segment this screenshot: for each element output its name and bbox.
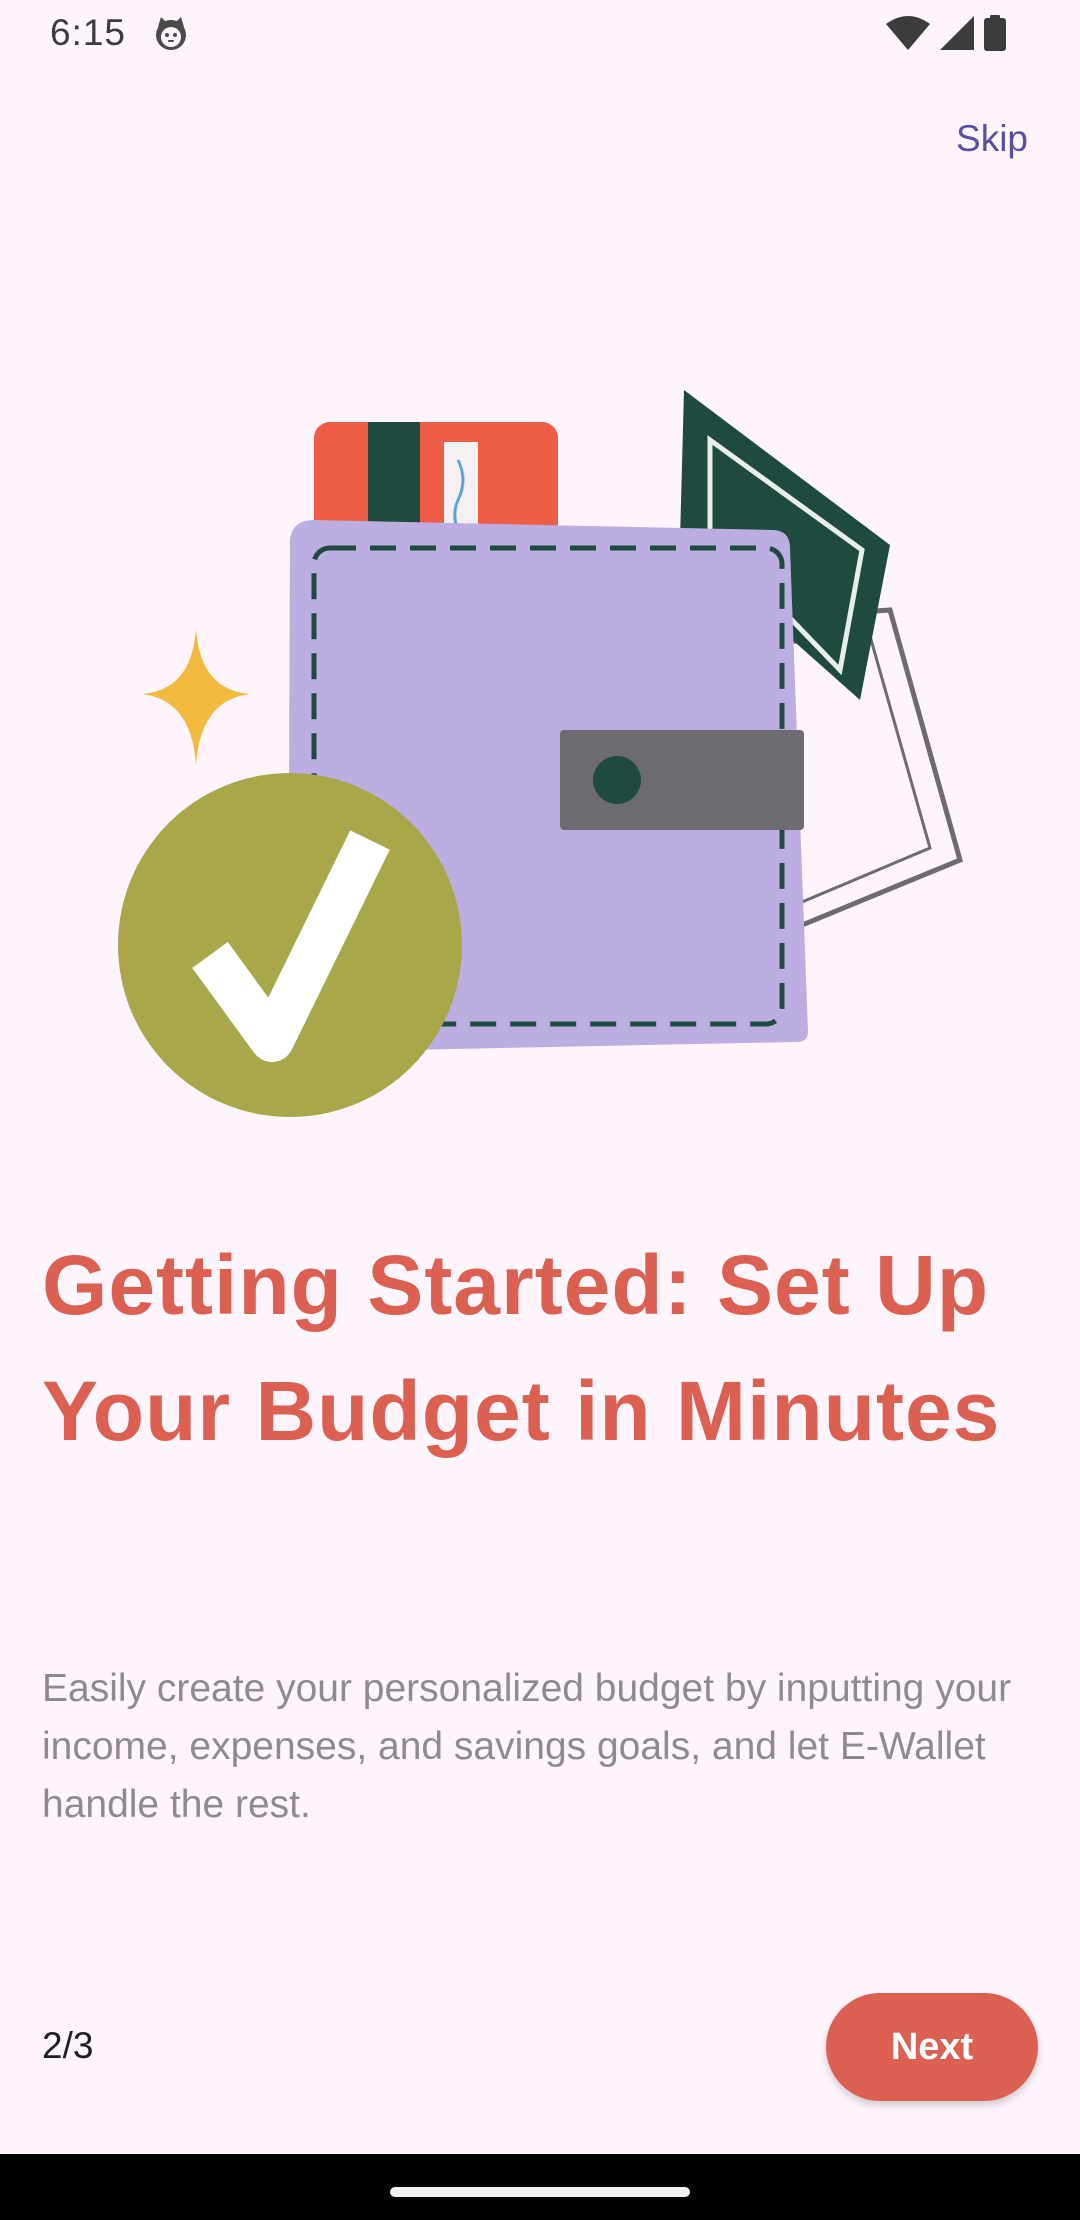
onboarding-description: Easily create your personalized budget b… [42, 1667, 1012, 1826]
next-button[interactable]: Next [826, 1993, 1038, 2101]
status-bar: 6:15 [0, 0, 1080, 66]
wifi-icon [886, 16, 930, 50]
onboarding-headline: Getting Started: Set Up Your Budget in M… [42, 1238, 1001, 1458]
page-indicator: 2/3 [42, 2025, 94, 2066]
signal-icon [940, 16, 974, 50]
wallet-with-checkmark-illustration [118, 390, 964, 1117]
onboarding-screen: 6:15 Skip Getting Started: Set Up Your B… [0, 0, 1080, 2220]
sparkle-icon [142, 628, 250, 766]
status-icons [886, 14, 1006, 52]
skip-button[interactable]: Skip [956, 118, 1028, 160]
check-circle-icon [118, 773, 462, 1117]
battery-icon [984, 15, 1006, 51]
home-gesture-handle[interactable] [390, 2187, 690, 2197]
cat-face-icon [156, 17, 186, 50]
status-time: 6:15 [50, 12, 127, 53]
